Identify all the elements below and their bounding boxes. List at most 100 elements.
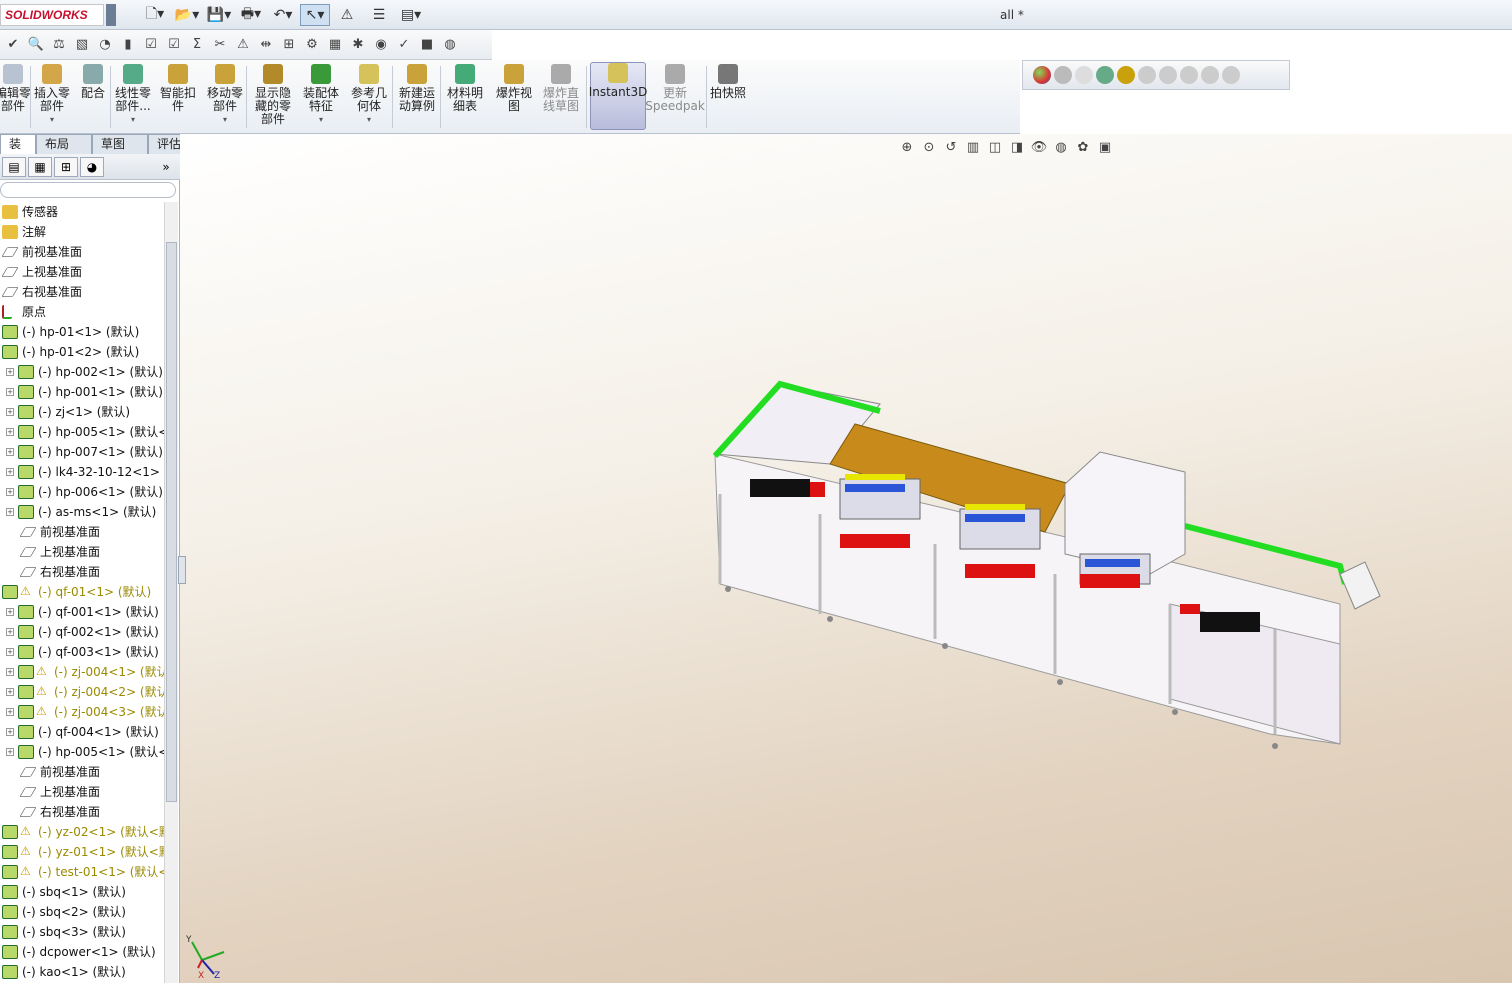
cmd-button-11[interactable]: 爆炸视 图: [494, 64, 534, 130]
zoom-to-fit-icon[interactable]: ⊕: [898, 138, 916, 156]
previous-view-icon[interactable]: ↺: [942, 138, 960, 156]
cmd-button-5[interactable]: 移动零 部件 ▾: [204, 64, 246, 130]
open-document-icon[interactable]: 📂▾: [172, 4, 202, 26]
dropdown-arrow-icon[interactable]: ▾: [131, 113, 135, 126]
expand-icon[interactable]: +: [6, 608, 14, 616]
tree-node[interactable]: 前视基准面: [0, 522, 164, 542]
cmd-button-0[interactable]: 编辑零 部件: [0, 64, 31, 130]
view-settings-icon[interactable]: ▣: [1096, 138, 1114, 156]
cmd-button-1[interactable]: 插入零 部件 ▾: [32, 64, 72, 130]
tree-node[interactable]: 右视基准面: [0, 282, 164, 302]
camera-icon[interactable]: [1117, 66, 1135, 84]
expand-icon[interactable]: +: [6, 408, 14, 416]
tools-icon[interactable]: ⚙: [301, 34, 323, 56]
hide-show-icon[interactable]: 👁: [1030, 138, 1048, 156]
cmd-button-9[interactable]: 新建运 动算例: [396, 64, 438, 130]
cmd-button-8[interactable]: 参考几 何体 ▾: [348, 64, 390, 130]
tree-node[interactable]: + (-) zj<1> (默认): [0, 402, 164, 422]
tree-node[interactable]: + (-) qf-003<1> (默认): [0, 642, 164, 662]
lights-icon[interactable]: [1096, 66, 1114, 84]
undo-icon[interactable]: ↶▾: [268, 4, 298, 26]
tree-node[interactable]: + (-) lk4-32-10-12<1>: [0, 462, 164, 482]
table-icon[interactable]: ▦: [324, 34, 346, 56]
appearance-ball-icon[interactable]: [1033, 66, 1051, 84]
approve-icon[interactable]: ✓: [393, 34, 415, 56]
cmd-button-7[interactable]: 装配体 特征 ▾: [300, 64, 342, 130]
clearance-icon[interactable]: ⇹: [255, 34, 277, 56]
display-style-icon[interactable]: ◨: [1008, 138, 1026, 156]
tree-filter[interactable]: [0, 182, 176, 198]
tree-node[interactable]: (-) hp-01<1> (默认): [0, 322, 164, 342]
verify-icon[interactable]: ☑: [163, 34, 185, 56]
preview-icon[interactable]: [1159, 66, 1177, 84]
tree-node[interactable]: + (-) hp-002<1> (默认): [0, 362, 164, 382]
tree-node[interactable]: + (-) hp-005<1> (默认<: [0, 742, 164, 762]
rebuild-icon[interactable]: ⚠: [332, 4, 362, 26]
expand-icon[interactable]: +: [6, 368, 14, 376]
tree-scrollbar[interactable]: [164, 202, 178, 983]
measure-icon[interactable]: ◔: [94, 34, 116, 56]
expand-icon[interactable]: +: [6, 728, 14, 736]
print-icon[interactable]: 🖶▾: [236, 4, 266, 26]
expand-icon[interactable]: +: [6, 648, 14, 656]
recall-icon[interactable]: [1222, 66, 1240, 84]
tree-node[interactable]: + ⚠ (-) zj-004<3> (默认: [0, 702, 164, 722]
select-pointer-icon[interactable]: ↖▾: [300, 4, 330, 26]
expand-icon[interactable]: +: [6, 688, 14, 696]
expand-icon[interactable]: +: [6, 508, 14, 516]
save-icon[interactable]: 💾▾: [204, 4, 234, 26]
new-document-icon[interactable]: 🗋▾: [140, 4, 170, 26]
feature-works-icon[interactable]: ✱: [347, 34, 369, 56]
tree-node[interactable]: 原点: [0, 302, 164, 322]
view-orientation-icon[interactable]: ◫: [986, 138, 1004, 156]
tab-2[interactable]: 草图: [92, 134, 148, 154]
warning-icon[interactable]: ⚠: [232, 34, 254, 56]
hole-alignment-icon[interactable]: ⊞: [278, 34, 300, 56]
scrollbar-thumb[interactable]: [166, 242, 177, 802]
tree-node[interactable]: 上视基准面: [0, 782, 164, 802]
tree-node[interactable]: ⚠ (-) test-01<1> (默认<: [0, 862, 164, 882]
schedule-icon[interactable]: [1201, 66, 1219, 84]
file-properties-icon[interactable]: ☰: [364, 4, 394, 26]
property-manager-tab-icon[interactable]: ▦: [28, 157, 52, 177]
tree-node[interactable]: (-) dcpower<1> (默认): [0, 942, 164, 962]
render-icon[interactable]: ◉: [370, 34, 392, 56]
final-render-icon[interactable]: [1180, 66, 1198, 84]
dropdown-arrow-icon[interactable]: ▾: [50, 113, 54, 126]
cmd-button-10[interactable]: 材料明 细表: [444, 64, 486, 130]
tab-1[interactable]: 布局: [36, 134, 92, 154]
expand-icon[interactable]: +: [6, 448, 14, 456]
zoom-to-area-icon[interactable]: ⊙: [920, 138, 938, 156]
check-icon[interactable]: ☑: [140, 34, 162, 56]
cmd-button-15[interactable]: 拍快照: [708, 64, 748, 130]
cmd-button-14[interactable]: 更新 Speedpak: [645, 64, 705, 130]
tree-node[interactable]: + ⚠ (-) zj-004<2> (默认: [0, 682, 164, 702]
expand-icon[interactable]: +: [6, 488, 14, 496]
tree-node[interactable]: + (-) qf-004<1> (默认): [0, 722, 164, 742]
tree-node[interactable]: + ⚠ (-) zj-004<1> (默认: [0, 662, 164, 682]
dropdown-arrow-icon[interactable]: ▾: [367, 113, 371, 126]
tree-node[interactable]: ⚠ (-) yz-02<1> (默认<默: [0, 822, 164, 842]
expand-icon[interactable]: +: [6, 628, 14, 636]
tree-node[interactable]: + (-) hp-001<1> (默认): [0, 382, 164, 402]
menu-expand-arrow[interactable]: [106, 4, 116, 26]
tree-node[interactable]: 上视基准面: [0, 542, 164, 562]
feature-manager-tab-icon[interactable]: ▤: [2, 157, 26, 177]
tree-node[interactable]: + (-) hp-006<1> (默认): [0, 482, 164, 502]
cmd-button-2[interactable]: 配合: [78, 64, 108, 130]
cmd-button-6[interactable]: 显示隐 藏的零 部件: [252, 64, 294, 130]
color-wheel-icon[interactable]: ◍: [439, 34, 461, 56]
display-manager-tab-icon[interactable]: ◕: [80, 157, 104, 177]
tree-node[interactable]: + (-) qf-002<1> (默认): [0, 622, 164, 642]
tree-node[interactable]: ⚠ (-) yz-01<1> (默认<默: [0, 842, 164, 862]
tree-node[interactable]: + (-) qf-001<1> (默认): [0, 602, 164, 622]
tree-node[interactable]: + (-) as-ms<1> (默认): [0, 502, 164, 522]
appearance-icon[interactable]: ■: [416, 34, 438, 56]
spell-check-icon[interactable]: ✔: [2, 34, 24, 56]
expand-icon[interactable]: +: [6, 468, 14, 476]
expand-panel-icon[interactable]: »: [154, 157, 178, 177]
tree-node[interactable]: 右视基准面: [0, 562, 164, 582]
dropdown-arrow-icon[interactable]: ▾: [223, 113, 227, 126]
dropdown-arrow-icon[interactable]: ▾: [319, 113, 323, 126]
scene-icon[interactable]: [1075, 66, 1093, 84]
